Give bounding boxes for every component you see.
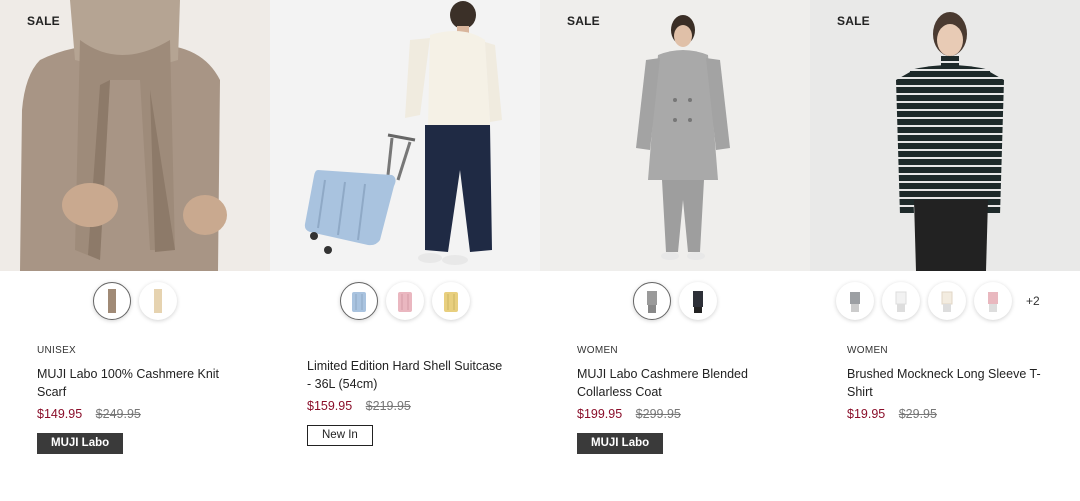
coat-thumbnail-icon [647, 291, 657, 313]
color-swatches: +2 [810, 271, 1080, 331]
color-swatch-brown[interactable] [93, 282, 131, 320]
sale-price: $19.95 [847, 407, 886, 421]
shirt-thumbnail-icon [988, 292, 998, 312]
original-price: $219.95 [365, 399, 411, 413]
collection-tag: MUJI Labo [577, 433, 664, 454]
color-swatch-navy[interactable] [679, 282, 717, 320]
scarf-thumbnail-icon [108, 289, 116, 313]
new-in-tag: New In [307, 425, 373, 446]
color-swatch-white[interactable] [882, 282, 920, 320]
product-image[interactable]: SALE [540, 0, 810, 271]
product-card[interactable]: Limited Edition Hard Shell Suitcase - 36… [270, 0, 540, 454]
product-category: UNISEX [37, 345, 77, 356]
sale-badge: SALE [567, 14, 600, 28]
color-swatch-beige[interactable] [139, 282, 177, 320]
product-category: WOMEN [847, 345, 888, 356]
color-swatch-cream[interactable] [928, 282, 966, 320]
shirt-thumbnail-icon [941, 291, 953, 312]
sale-price: $149.95 [37, 407, 83, 421]
product-name[interactable]: MUJI Labo 100% Cashmere Knit Scarf [37, 366, 233, 401]
product-image[interactable]: SALE [810, 0, 1080, 271]
product-name[interactable]: MUJI Labo Cashmere Blended Collarless Co… [577, 366, 773, 401]
product-category: WOMEN [577, 345, 618, 356]
suitcase-thumbnail-icon [352, 292, 366, 312]
color-swatch-gray[interactable] [836, 282, 874, 320]
sale-badge: SALE [837, 14, 870, 28]
shirt-thumbnail-icon [895, 291, 907, 312]
product-card[interactable]: SALE WOMEN MUJI Labo Cashmere Blended Co… [540, 0, 810, 454]
product-category [307, 345, 503, 349]
scarf-thumbnail-icon [154, 289, 162, 313]
color-swatch-pink[interactable] [386, 282, 424, 320]
product-name[interactable]: Limited Edition Hard Shell Suitcase - 36… [307, 358, 503, 393]
model-scarf-illustration [0, 0, 270, 271]
sale-price: $159.95 [307, 399, 353, 413]
color-swatches [0, 271, 270, 331]
more-colors-count[interactable]: +2 [1026, 294, 1040, 308]
coat-thumbnail-icon [693, 291, 703, 313]
product-name[interactable]: Brushed Mockneck Long Sleeve T-Shirt [847, 366, 1043, 401]
color-swatch-gray[interactable] [633, 282, 671, 320]
product-card[interactable]: SALE UNISEX MUJI Labo 100% Cashmere Knit… [0, 0, 270, 454]
model-coat-illustration [540, 0, 810, 271]
product-card[interactable]: SALE +2 WOMEN Brushed Mockneck Long Slee… [810, 0, 1080, 454]
product-image[interactable] [270, 0, 540, 271]
collection-tag: MUJI Labo [37, 433, 124, 454]
color-swatch-blue[interactable] [340, 282, 378, 320]
product-grid: SALE UNISEX MUJI Labo 100% Cashmere Knit… [0, 0, 1080, 454]
product-image[interactable]: SALE [0, 0, 270, 271]
suitcase-thumbnail-icon [444, 292, 458, 312]
color-swatch-pink[interactable] [974, 282, 1012, 320]
original-price: $249.95 [95, 407, 141, 421]
color-swatches [270, 271, 540, 331]
color-swatch-yellow[interactable] [432, 282, 470, 320]
suitcase-thumbnail-icon [398, 292, 412, 312]
original-price: $299.95 [635, 407, 681, 421]
sale-badge: SALE [27, 14, 60, 28]
shirt-thumbnail-icon [850, 292, 860, 312]
model-mockneck-illustration [810, 0, 1080, 271]
sale-price: $199.95 [577, 407, 623, 421]
color-swatches [540, 271, 810, 331]
model-suitcase-illustration [270, 0, 540, 271]
original-price: $29.95 [898, 407, 937, 421]
